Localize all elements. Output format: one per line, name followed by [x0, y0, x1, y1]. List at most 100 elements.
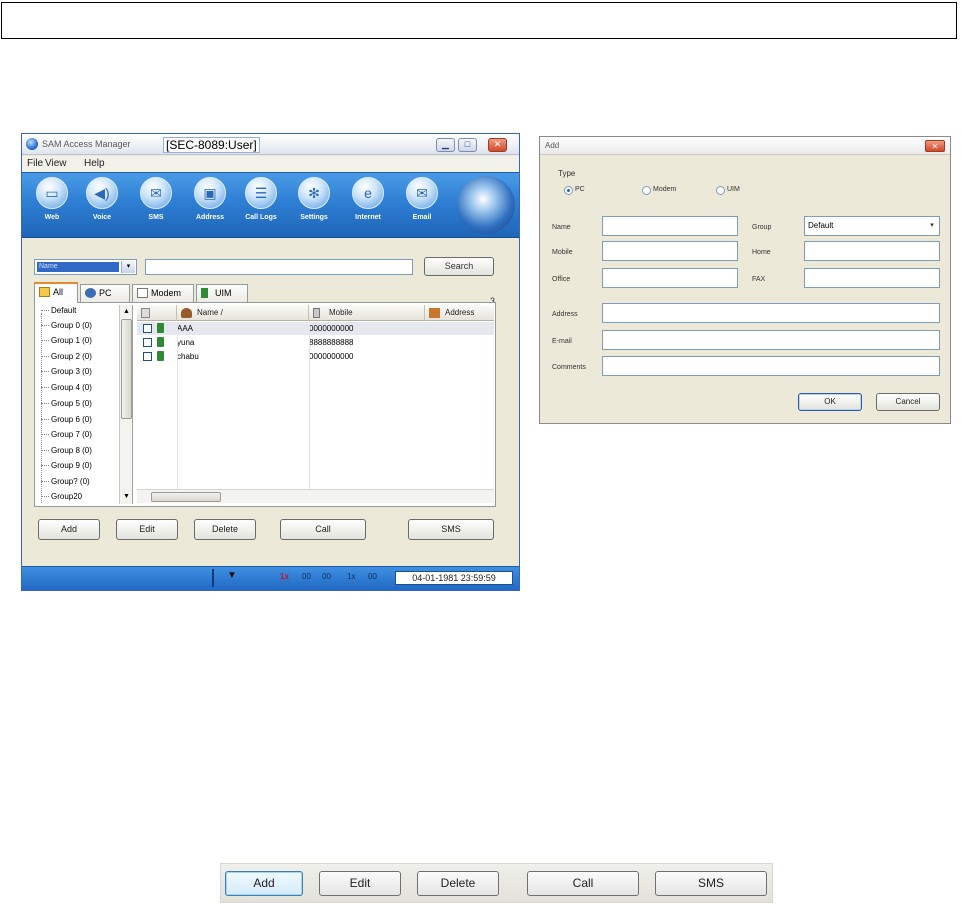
status-item: 00 — [302, 572, 311, 581]
toolbar-settings-button[interactable]: ✻ Settings — [292, 177, 336, 235]
ok-button[interactable]: OK — [798, 393, 862, 411]
minimize-button[interactable]: ▁ — [436, 138, 455, 152]
type-radio-uim[interactable]: UIM — [716, 186, 740, 195]
status-item: 00 — [322, 572, 331, 581]
row-checkbox[interactable] — [143, 324, 152, 333]
type-radio-modem[interactable]: Modem — [642, 186, 676, 195]
tree-item[interactable]: Group 4 (0) — [41, 383, 92, 392]
column-header-name[interactable]: Name / — [177, 305, 309, 321]
close-button[interactable]: ✕ — [488, 138, 507, 152]
tab-modem[interactable]: Modem — [132, 284, 194, 302]
tree-item[interactable]: Group20 — [41, 492, 82, 501]
window-title-overlay: [SEC-8089:User] — [163, 137, 260, 153]
toolbar-email-button[interactable]: ✉ Email — [400, 177, 444, 235]
strip-delete-button[interactable]: Delete — [417, 871, 499, 896]
add-button[interactable]: Add — [38, 519, 100, 540]
toolbar-internet-button[interactable]: e Internet — [346, 177, 390, 235]
toolbar-sms-button[interactable]: ✉ SMS — [134, 177, 178, 235]
tree-item[interactable]: Group 3 (0) — [41, 367, 92, 376]
menu-help[interactable]: Help — [84, 158, 105, 169]
close-icon[interactable]: ✕ — [925, 140, 945, 152]
mobile-label: Mobile — [552, 249, 573, 256]
office-input[interactable] — [602, 268, 738, 288]
comments-input[interactable] — [602, 356, 940, 376]
maximize-button[interactable]: □ — [458, 138, 477, 152]
title-bar[interactable]: SAM Access Manager [SEC-8089:User] ▁ □ ✕ — [22, 134, 519, 155]
tree-item[interactable]: Group 9 (0) — [41, 461, 92, 470]
mobile-input[interactable] — [602, 241, 738, 261]
tree-item[interactable]: Group 2 (0) — [41, 352, 92, 361]
tree-item[interactable]: Group 8 (0) — [41, 446, 92, 455]
cancel-button[interactable]: Cancel — [876, 393, 940, 411]
toolbar-web-button[interactable]: ▭ Web — [30, 177, 74, 235]
menu-view[interactable]: View — [45, 158, 67, 169]
toolbar-label: Web — [44, 214, 60, 221]
scroll-down-icon[interactable]: ▼ — [121, 491, 132, 502]
name-input[interactable] — [602, 216, 738, 236]
tab-uim[interactable]: UIM — [196, 284, 248, 302]
tree-item[interactable]: Group 0 (0) — [41, 321, 92, 330]
window-title: SAM Access Manager — [42, 139, 131, 149]
app-icon — [26, 138, 38, 150]
search-input[interactable] — [145, 259, 413, 275]
person-icon — [181, 308, 192, 318]
chevron-down-icon[interactable]: ▾ — [121, 261, 135, 273]
dialog-title-bar[interactable]: Add ✕ — [540, 137, 950, 155]
row-checkbox[interactable] — [143, 338, 152, 347]
table-row[interactable]: chabu 0000000000 — [137, 350, 494, 363]
group-select[interactable]: Default ▾ — [804, 216, 940, 236]
status-item: 00 — [368, 572, 377, 581]
search-field-combo[interactable]: Name ▾ — [34, 259, 137, 275]
column-header-mobile[interactable]: Mobile — [309, 305, 425, 321]
modem-icon — [137, 288, 148, 298]
column-header-address[interactable]: Address — [425, 305, 494, 321]
edit-button[interactable]: Edit — [116, 519, 178, 540]
strip-sms-button[interactable]: SMS — [655, 871, 767, 896]
chevron-down-icon[interactable]: ▾ — [926, 218, 938, 234]
scroll-thumb[interactable] — [151, 492, 221, 502]
toolbar-label: SMS — [148, 214, 164, 221]
strip-edit-button[interactable]: Edit — [319, 871, 401, 896]
sim-card-icon — [157, 337, 164, 347]
main-window: SAM Access Manager [SEC-8089:User] ▁ □ ✕… — [21, 133, 520, 591]
delete-button[interactable]: Delete — [194, 519, 256, 540]
tree-scrollbar[interactable]: ▲ ▼ — [119, 305, 132, 504]
sim-card-icon — [201, 288, 208, 298]
row-mobile: 8888888888 — [309, 338, 354, 347]
table-row[interactable]: yuna 8888888888 — [137, 336, 494, 349]
toolbar-voice-button[interactable]: ◀) Voice — [80, 177, 124, 235]
home-input[interactable] — [804, 241, 940, 261]
type-radio-pc[interactable]: PC — [564, 186, 585, 195]
tree-item[interactable]: Group 5 (0) — [41, 399, 92, 408]
toolbar-label: Call Logs — [245, 214, 277, 221]
list-header: Name / Mobile Address — [137, 305, 494, 321]
tree-item[interactable]: Group 6 (0) — [41, 415, 92, 424]
strip-call-button[interactable]: Call — [527, 871, 639, 896]
search-button[interactable]: Search — [424, 257, 494, 276]
scroll-thumb[interactable] — [121, 319, 132, 419]
address-input[interactable] — [602, 303, 940, 323]
tree-item-default[interactable]: Default — [41, 306, 76, 315]
dialog-title: Add — [545, 141, 560, 150]
address-label: Address — [552, 311, 578, 318]
empty-header-box — [1, 2, 957, 39]
fax-input[interactable] — [804, 268, 940, 288]
tree-item[interactable]: Group? (0) — [41, 477, 90, 486]
column-divider — [177, 321, 178, 489]
column-label: Address — [445, 308, 475, 317]
strip-add-button[interactable]: Add — [225, 871, 303, 896]
samsung-orb-icon[interactable] — [457, 176, 515, 234]
tree-item[interactable]: Group 7 (0) — [41, 430, 92, 439]
email-input[interactable] — [602, 330, 940, 350]
tree-item[interactable]: Group 1 (0) — [41, 336, 92, 345]
row-checkbox[interactable] — [143, 352, 152, 361]
tab-all[interactable]: All — [34, 282, 78, 303]
menu-file[interactable]: File — [27, 158, 43, 169]
sms-button[interactable]: SMS — [408, 519, 494, 540]
table-row[interactable]: AAA 0000000000 — [137, 322, 494, 335]
list-horizontal-scrollbar[interactable] — [137, 489, 494, 503]
home-label: Home — [752, 249, 771, 256]
toolbar-call-logs-button[interactable]: ☰ Call Logs — [239, 177, 283, 235]
column-header-type[interactable] — [137, 305, 177, 321]
call-button[interactable]: Call — [280, 519, 366, 540]
